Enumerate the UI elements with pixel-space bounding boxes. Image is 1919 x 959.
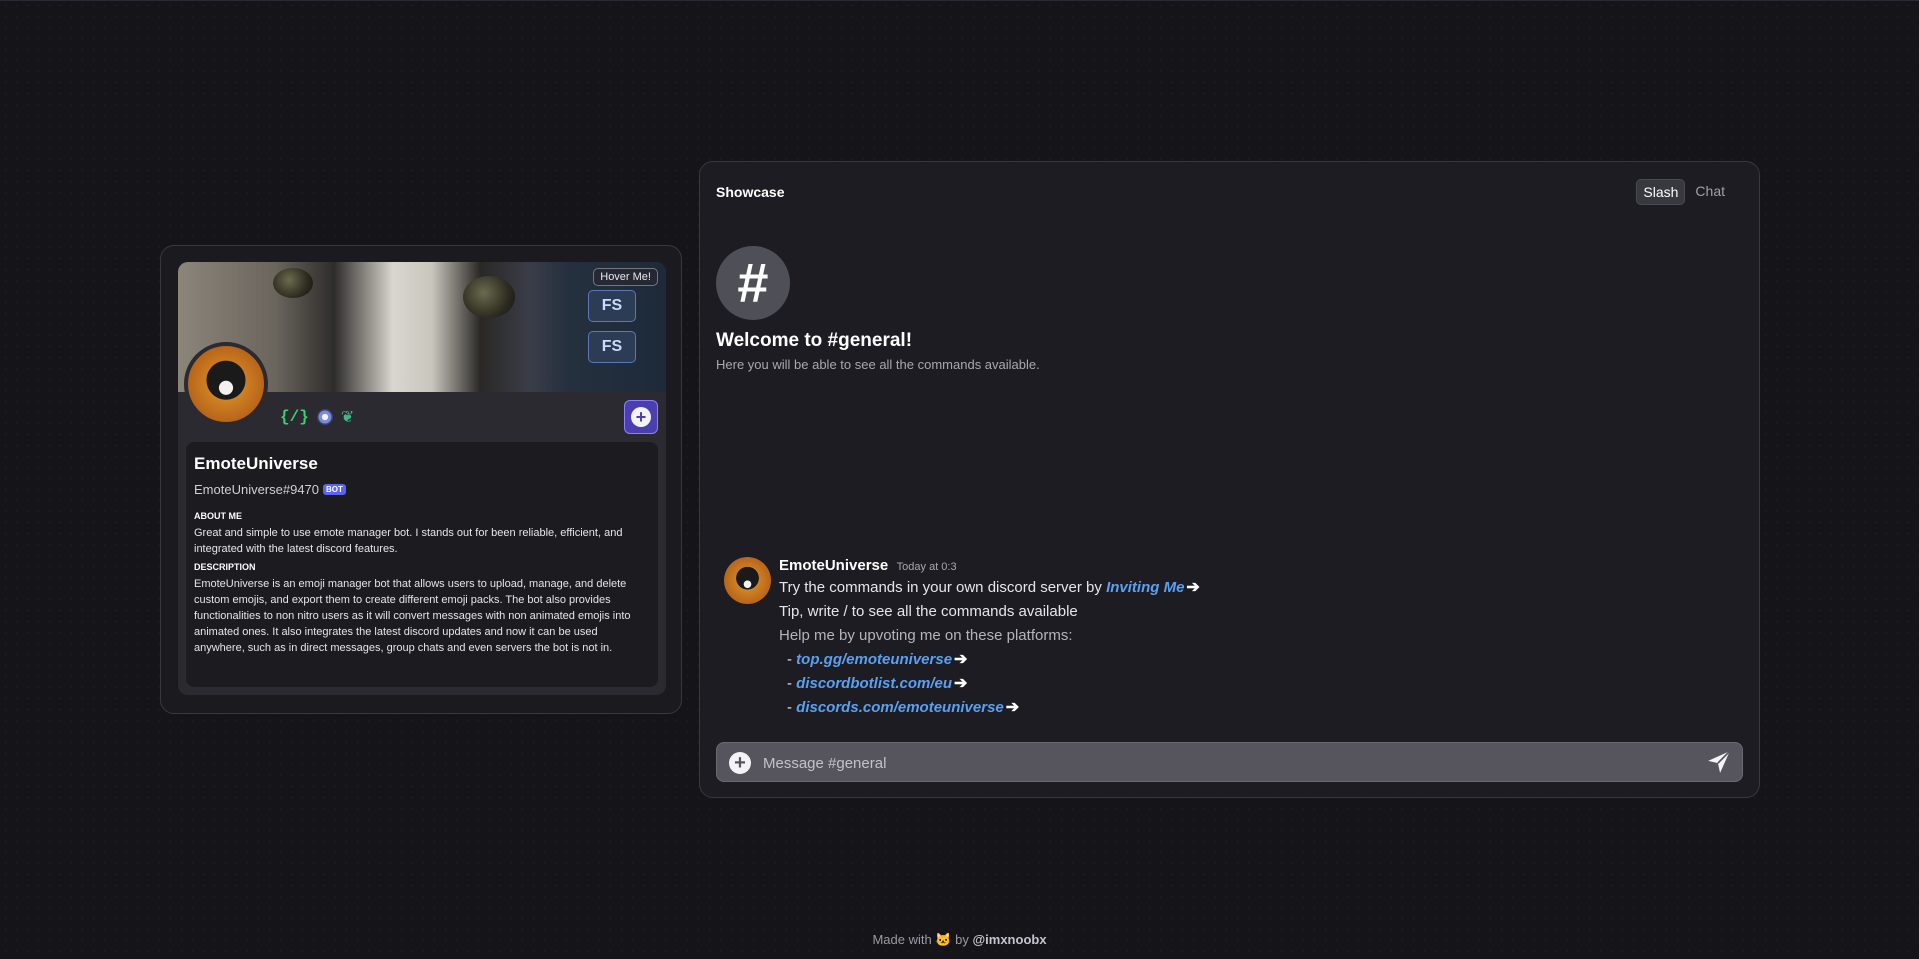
showcase-panel: Showcase Slash Chat # Welcome to #genera…: [699, 161, 1760, 798]
message-input[interactable]: [761, 749, 1665, 777]
avatar[interactable]: [184, 342, 268, 426]
welcome-title: Welcome to #general!: [716, 330, 913, 351]
banner-key: FS: [588, 331, 636, 363]
platform-link-topgg[interactable]: top.gg/emoteuniverse: [796, 651, 952, 668]
profile-name: EmoteUniverse: [194, 454, 318, 473]
profile-body: EmoteUniverse EmoteUniverse#9470 BOT ABO…: [186, 442, 658, 687]
hash-icon: #: [716, 246, 790, 320]
cat-emoji-icon: 🐱: [935, 932, 952, 947]
message-line-upvote: Help me by upvoting me on these platform…: [779, 627, 1073, 644]
showcase-tabs: Slash Chat: [1636, 179, 1731, 205]
profile-tag-row: EmoteUniverse#9470 BOT: [194, 482, 650, 497]
profile-card: FS FS Hover Me! {/} ❦ + EmoteUniverse Em…: [160, 245, 682, 714]
arrow-right-icon: ➔: [1005, 699, 1020, 716]
showcase-title: Showcase: [716, 184, 785, 200]
message-timestamp: Today at 0:3: [896, 561, 957, 573]
slash-commands-badge-icon[interactable]: {/}: [280, 408, 309, 426]
bullet-dash: -: [787, 651, 792, 668]
invite-link[interactable]: Inviting Me: [1106, 579, 1184, 596]
invite-text: Try the commands in your own discord ser…: [779, 579, 1102, 596]
add-friend-button[interactable]: +: [624, 400, 658, 434]
message-body: EmoteUniverse Today at 0:3 Try the comma…: [779, 557, 1619, 720]
add-friend-icon: +: [631, 407, 651, 427]
message-author[interactable]: EmoteUniverse: [779, 557, 888, 574]
footer-by: by: [955, 932, 969, 947]
platform-item: - top.gg/emoteuniverse ➔: [779, 648, 1619, 672]
message-header: EmoteUniverse Today at 0:3: [779, 557, 1619, 575]
message-line-tip: Tip, write / to see all the commands ava…: [779, 603, 1078, 620]
message-composer: +: [716, 742, 1743, 782]
profile-tag: EmoteUniverse#9470: [194, 482, 320, 497]
arrow-right-icon: ➔: [954, 651, 968, 668]
add-attachment-icon[interactable]: +: [729, 752, 751, 774]
description-text: EmoteUniverse is an emoji manager bot th…: [194, 578, 631, 654]
footer-author-link[interactable]: @imxnoobx: [972, 932, 1046, 947]
description-title: DESCRIPTION: [194, 562, 256, 572]
footer: Made with 🐱 by @imxnoobx: [0, 932, 1919, 948]
tab-slash[interactable]: Slash: [1636, 179, 1686, 205]
footer-made-with: Made with: [872, 932, 932, 947]
banner-eye-left: [273, 268, 313, 298]
profile-inner: FS FS Hover Me! {/} ❦ + EmoteUniverse Em…: [178, 262, 666, 695]
message-avatar[interactable]: [724, 557, 771, 604]
platform-link-discords[interactable]: discords.com/emoteuniverse: [796, 699, 1004, 716]
platform-link-discordbotlist[interactable]: discordbotlist.com/eu: [796, 675, 952, 692]
arrow-right-icon: ➔: [1186, 579, 1200, 596]
send-icon[interactable]: [1706, 749, 1732, 775]
tab-chat[interactable]: Chat: [1689, 179, 1731, 205]
top-border: [0, 0, 1919, 1]
about-me-title: ABOUT ME: [194, 511, 242, 521]
bullet-dash: -: [787, 675, 792, 692]
about-me-text: Great and simple to use emote manager bo…: [194, 527, 623, 555]
banner-keys: FS FS: [588, 290, 648, 363]
platform-item: - discordbotlist.com/eu ➔: [779, 672, 1619, 696]
welcome-subtitle: Here you will be able to see all the com…: [716, 357, 1040, 372]
banner-key: FS: [588, 290, 636, 322]
platform-item: - discords.com/emoteuniverse ➔: [779, 696, 1619, 720]
profile-badges: {/} ❦: [280, 407, 354, 427]
bullet-dash: -: [787, 699, 792, 716]
orb-badge-icon[interactable]: [316, 409, 333, 425]
arrow-right-icon: ➔: [954, 675, 968, 692]
bot-badge: BOT: [323, 484, 346, 495]
banner-eye-right: [463, 276, 515, 318]
leaf-badge-icon[interactable]: ❦: [341, 407, 354, 427]
message-line-invite: Try the commands in your own discord ser…: [779, 576, 1619, 600]
hover-me-badge: Hover Me!: [593, 268, 658, 286]
